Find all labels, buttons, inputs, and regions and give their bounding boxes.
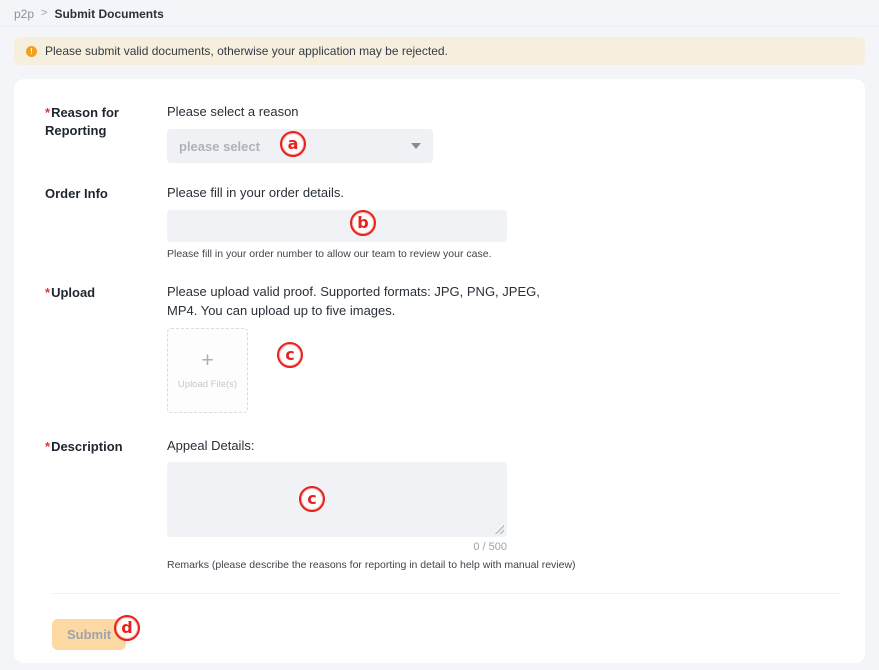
warning-banner: ! Please submit valid documents, otherwi… (14, 37, 865, 65)
order-info-label: Order Info (45, 183, 167, 260)
breadcrumb-parent-link[interactable]: p2p (14, 7, 34, 21)
upload-files-button-label: Upload File(s) (178, 379, 237, 390)
required-asterisk: * (45, 439, 50, 454)
description-helper: Remarks (please describe the reasons for… (167, 559, 841, 571)
upload-instruction: Please upload valid proof. Supported for… (167, 282, 545, 320)
reason-instruction: Please select a reason (167, 102, 841, 121)
description-instruction: Appeal Details: (167, 436, 841, 455)
required-asterisk: * (45, 105, 50, 120)
character-counter: 0 / 500 (167, 541, 507, 553)
order-info-helper: Please fill in your order number to allo… (167, 248, 841, 260)
order-info-instruction: Please fill in your order details. (167, 183, 841, 202)
footer-divider (52, 593, 841, 594)
form-row-upload: *Upload Please upload valid proof. Suppo… (45, 282, 841, 413)
breadcrumb-current: Submit Documents (54, 7, 163, 21)
description-label: *Description (45, 436, 167, 571)
submit-documents-form-card: *Reason for Reporting Please select a re… (14, 79, 865, 663)
required-asterisk: * (45, 285, 50, 300)
form-row-reason: *Reason for Reporting Please select a re… (45, 102, 841, 163)
form-row-description: *Description Appeal Details: 0 / 500 Rem… (45, 436, 841, 571)
breadcrumb: p2p > Submit Documents (0, 0, 879, 27)
plus-icon: + (201, 352, 213, 370)
order-number-input[interactable] (167, 210, 507, 242)
chevron-down-icon (411, 143, 421, 149)
form-row-order-info: Order Info Please fill in your order det… (45, 183, 841, 260)
appeal-details-textarea[interactable] (167, 462, 507, 537)
upload-files-button[interactable]: + Upload File(s) (167, 328, 248, 413)
warning-banner-text: Please submit valid documents, otherwise… (45, 44, 448, 58)
reason-select[interactable]: please select (167, 129, 433, 163)
reason-select-placeholder: please select (179, 139, 411, 154)
upload-label: *Upload (45, 282, 167, 413)
submit-button[interactable]: Submit (52, 619, 126, 650)
warning-icon: ! (26, 46, 37, 57)
reason-label: *Reason for Reporting (45, 102, 167, 163)
breadcrumb-separator-icon: > (41, 7, 47, 19)
